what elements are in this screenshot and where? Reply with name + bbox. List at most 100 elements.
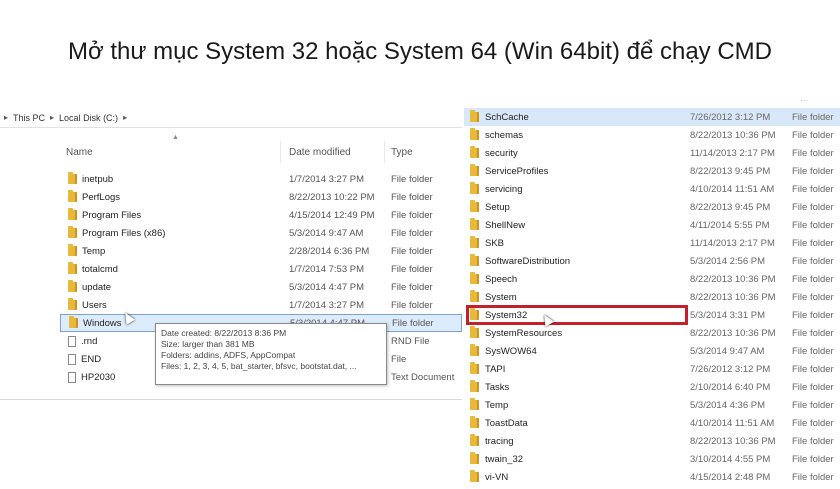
breadcrumb-local-disk[interactable]: Local Disk (C:) [59, 113, 118, 123]
folder-icon [470, 326, 479, 338]
file-list-row[interactable]: System 8/22/2013 10:36 PM File folder [464, 288, 840, 306]
row-name-cell: ServiceProfiles [470, 164, 549, 177]
row-name-cell: END [68, 353, 102, 365]
file-list-row[interactable]: servicing 4/10/2014 11:51 AM File folder [464, 180, 840, 198]
folder-icon [470, 182, 479, 194]
file-list-row[interactable]: Tasks 2/10/2014 6:40 PM File folder [464, 378, 840, 396]
file-list-row[interactable]: ServiceProfiles 8/22/2013 9:45 PM File fol… [464, 162, 840, 180]
row-name-cell: Speech [470, 272, 518, 285]
row-name: tracing [485, 435, 514, 447]
file-list-row[interactable]: Program Files 4/15/2014 12:49 PM File fold… [60, 206, 462, 224]
folder-icon [68, 172, 77, 184]
row-type: File folder [391, 299, 433, 311]
headline: Mở thư mục System 32 hoặc System 64 (Win… [67, 38, 773, 65]
folder-icon [470, 452, 479, 464]
tooltip-line: Size: larger than 381 MB [161, 339, 255, 349]
folder-tooltip: Date created: 8/22/2013 8:36 PM Size: la… [155, 323, 387, 385]
file-list-row[interactable]: update 5/3/2014 4:47 PM File folder [60, 278, 462, 296]
folder-icon [470, 164, 479, 176]
row-date: 5/3/2014 9:47 AM [690, 345, 765, 357]
file-list-row[interactable]: Program Files (x86) 5/3/2014 9:47 AM File … [60, 224, 462, 242]
file-list-row[interactable]: SchCache 7/26/2012 3:12 PM File folder [464, 108, 840, 126]
row-type: File folder [792, 345, 834, 357]
row-date: 1/7/2014 3:27 PM [289, 173, 364, 185]
folder-icon [470, 236, 479, 248]
row-type: File folder [792, 129, 834, 141]
row-type: RND File [391, 335, 430, 347]
row-type: File folder [391, 281, 433, 293]
row-name-cell: ShellNew [470, 218, 525, 231]
row-date: 4/15/2014 12:49 PM [289, 209, 375, 221]
row-name-cell: totalcmd [68, 262, 118, 275]
row-name-cell: schemas [470, 128, 523, 141]
row-name: ServiceProfiles [485, 165, 549, 177]
row-name: Program Files [82, 209, 142, 221]
more-dots-icon: ·· [800, 96, 808, 105]
file-icon [68, 335, 76, 347]
file-list-row[interactable]: ShellNew 4/11/2014 5:55 PM File folder [464, 216, 840, 234]
row-name-cell: tracing [470, 434, 514, 447]
row-name: END [81, 353, 102, 365]
file-list-row[interactable]: SKB 11/14/2013 2:17 PM File folder [464, 234, 840, 252]
row-name-cell: servicing [470, 182, 523, 195]
row-name: Users [82, 299, 107, 311]
row-type: File folder [792, 399, 834, 411]
row-type: File folder [792, 363, 834, 375]
file-list-row[interactable]: Speech 8/22/2013 10:36 PM File folder [464, 270, 840, 288]
file-list-row[interactable]: ToastData 4/10/2014 11:51 AM File folder [464, 414, 840, 432]
tooltip-line: Files: 1, 2, 3, 4, 5, bat_starter, bfsvc… [161, 361, 357, 371]
file-icon [68, 353, 76, 365]
file-list-row[interactable]: SystemResources 8/22/2013 10:36 PM File fo… [464, 324, 840, 342]
row-name: update [82, 281, 112, 293]
file-list-row[interactable]: vi-VN 4/15/2014 2:48 PM File folder [464, 468, 840, 486]
folder-icon [470, 128, 479, 140]
row-type: File folder [792, 381, 834, 393]
row-type: File folder [391, 263, 433, 275]
file-list-row[interactable]: SysWOW64 5/3/2014 9:47 AM File folder [464, 342, 840, 360]
column-header-name[interactable]: Name [66, 141, 281, 163]
row-name-cell: Program Files (x86) [68, 226, 165, 239]
row-name: Temp [485, 399, 509, 411]
folder-icon [470, 362, 479, 374]
file-list-row[interactable]: twain_32 3/10/2014 4:55 PM File folder [464, 450, 840, 468]
row-name-cell: ToastData [470, 416, 528, 429]
file-list-row[interactable]: Users 1/7/2014 3:27 PM File folder [60, 296, 462, 314]
file-list-row[interactable]: TAPI 7/26/2012 3:12 PM File folder [464, 360, 840, 378]
row-type: File folder [792, 291, 834, 303]
row-name-cell: SysWOW64 [470, 344, 537, 357]
system32-highlight-box [466, 305, 688, 325]
row-name-cell: Windows [69, 316, 122, 329]
row-type: File folder [792, 165, 834, 177]
row-date: 8/22/2013 10:36 PM [690, 273, 776, 285]
file-list-row[interactable]: inetpub 1/7/2014 3:27 PM File folder [60, 170, 462, 188]
row-name-cell: update [68, 280, 112, 293]
file-list-row[interactable]: SoftwareDistribution 5/3/2014 2:56 PM File… [464, 252, 840, 270]
column-header-date[interactable]: Date modified [289, 141, 385, 163]
folder-icon [470, 110, 479, 122]
row-name: HP2030 [81, 371, 116, 383]
row-type: Text Document [391, 371, 455, 383]
row-type: File folder [392, 317, 434, 329]
row-name: Speech [485, 273, 518, 285]
column-header-type[interactable]: Type [391, 141, 462, 163]
file-list-row[interactable]: Temp 2/28/2014 6:36 PM File folder [60, 242, 462, 260]
file-list-row[interactable]: totalcmd 1/7/2014 7:53 PM File folder [60, 260, 462, 278]
file-list-row[interactable]: Temp 5/3/2014 4:36 PM File folder [464, 396, 840, 414]
file-list-row[interactable]: Setup 8/22/2013 9:45 PM File folder [464, 198, 840, 216]
row-date: 8/22/2013 9:45 PM [690, 165, 771, 177]
breadcrumb-this-pc[interactable]: This PC [13, 113, 45, 123]
folder-icon [470, 416, 479, 428]
row-type: File folder [792, 183, 834, 195]
row-name: SchCache [485, 111, 529, 123]
folder-icon [470, 344, 479, 356]
row-name-cell: Users [68, 298, 107, 311]
file-list-row[interactable]: tracing 8/22/2013 10:36 PM File folder [464, 432, 840, 450]
file-list-row[interactable]: security 11/14/2013 2:17 PM File folder [464, 144, 840, 162]
file-list-row[interactable]: PerfLogs 8/22/2013 10:22 PM File folder [60, 188, 462, 206]
row-date: 8/22/2013 10:36 PM [690, 327, 776, 339]
folder-icon [68, 208, 77, 220]
folder-icon [470, 434, 479, 446]
row-date: 11/14/2013 2:17 PM [690, 147, 775, 159]
row-type: File folder [792, 309, 834, 321]
file-list-row[interactable]: schemas 8/22/2013 10:36 PM File folder [464, 126, 840, 144]
